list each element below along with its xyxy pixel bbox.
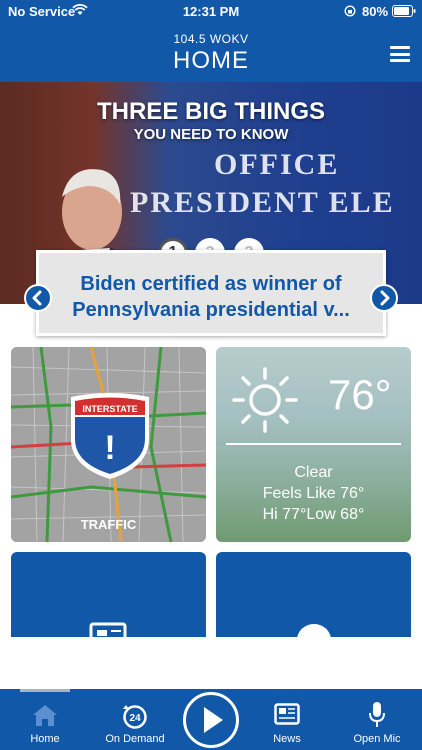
chevron-left-icon — [32, 290, 42, 306]
sign-mark: ! — [104, 429, 115, 467]
backdrop-sign-line2: PRESIDENT ELE — [130, 186, 395, 219]
nav-home[interactable]: Home — [10, 689, 80, 750]
app-header: 104.5 WOKV HOME — [0, 22, 422, 82]
traffic-label: TRAFFIC — [80, 517, 137, 532]
current-temperature: 76° — [328, 371, 392, 418]
newspaper-icon — [274, 703, 300, 725]
nav-open-mic-label: Open Mic — [353, 733, 401, 745]
station-name: 104.5 WOKV — [173, 32, 249, 46]
nav-news[interactable]: News — [252, 689, 322, 750]
sign-text: INTERSTATE — [82, 404, 137, 414]
carousel-prev-button[interactable] — [24, 284, 52, 312]
battery-percent: 80% — [362, 4, 389, 19]
page-title: HOME — [173, 47, 249, 74]
hero-headline: THREE BIG THINGS — [96, 98, 325, 125]
hi-low: Hi 77°Low 68° — [262, 506, 365, 523]
interstate-sign-icon: INTERSTATE ! — [71, 393, 149, 479]
sun-icon — [232, 367, 298, 433]
backdrop-sign-line1: OFFICE — [214, 148, 340, 181]
status-bar: No Service 12:31 PM 80% — [0, 0, 422, 22]
nav-open-mic[interactable]: Open Mic — [342, 689, 412, 750]
traffic-tile[interactable]: INTERSTATE ! TRAFFIC — [11, 347, 206, 542]
microphone-icon — [369, 702, 385, 727]
news-tile[interactable] — [11, 552, 206, 638]
svg-text:24: 24 — [129, 713, 141, 724]
circle-icon — [297, 624, 331, 638]
battery-icon — [392, 5, 416, 17]
hamburger-menu-icon[interactable] — [390, 46, 410, 62]
clock: 12:31 PM — [182, 4, 240, 19]
nav-news-label: News — [273, 733, 301, 745]
play-icon — [204, 707, 223, 733]
weather-tile[interactable]: 76° Clear Feels Like 76° Hi 77°Low 68° — [216, 347, 411, 542]
chevron-right-icon — [380, 290, 390, 306]
feels-like: Feels Like 76° — [262, 485, 365, 502]
nav-home-label: Home — [30, 733, 60, 745]
newspaper-icon — [89, 622, 127, 638]
weather-divider — [226, 443, 401, 445]
weather-condition: Clear — [294, 464, 333, 481]
story-headline[interactable]: Biden certified as winner of Pennsylvani… — [51, 271, 371, 323]
hero-subheadline: YOU NEED TO KNOW — [133, 126, 289, 143]
on-demand-24-icon: 24 — [123, 705, 147, 729]
story-card[interactable]: Biden certified as winner of Pennsylvani… — [36, 250, 386, 336]
play-button[interactable] — [183, 692, 239, 748]
carousel-next-button[interactable] — [370, 284, 398, 312]
orientation-lock-icon — [344, 5, 356, 17]
nav-on-demand[interactable]: 24 On Demand — [100, 689, 170, 750]
listen-tile[interactable] — [216, 552, 411, 638]
home-icon — [33, 705, 57, 726]
nav-on-demand-label: On Demand — [105, 733, 165, 745]
